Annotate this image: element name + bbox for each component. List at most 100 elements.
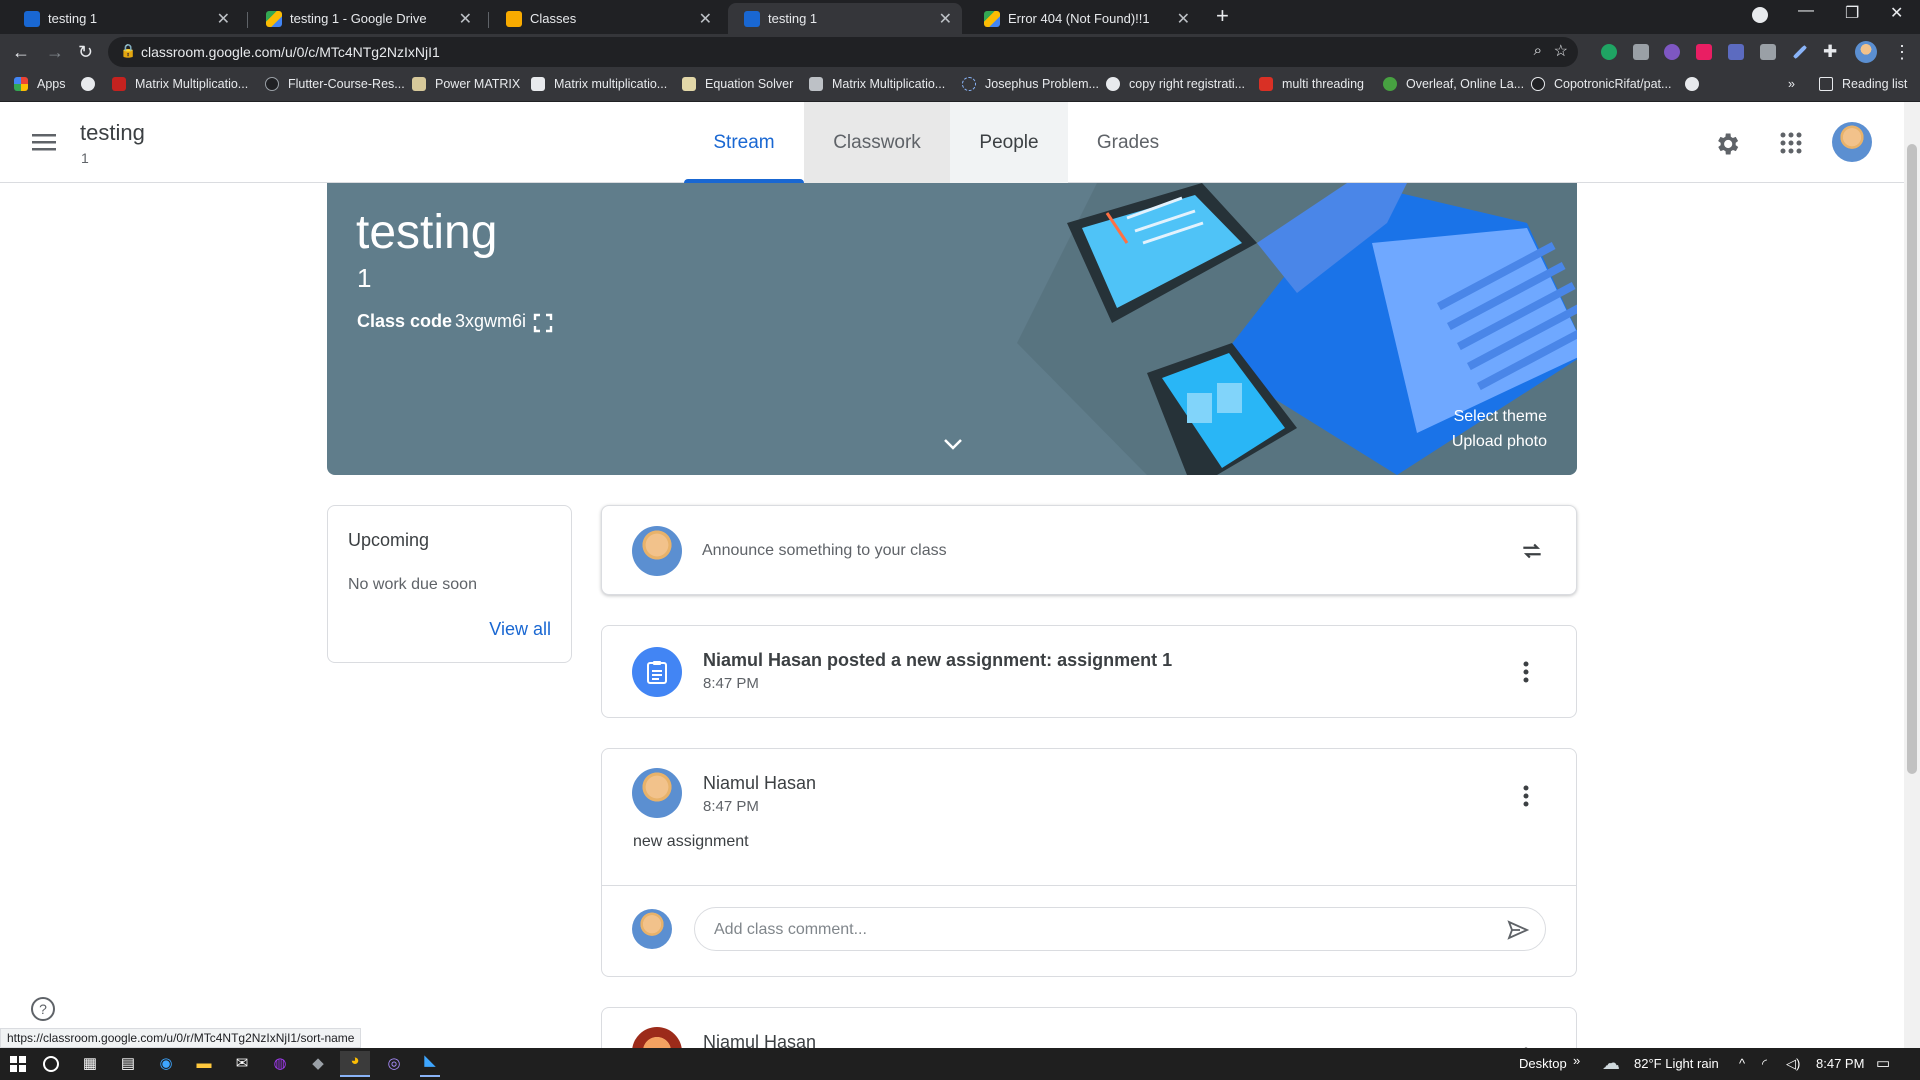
- browser-tab-2[interactable]: testing 1 - Google Drive ✕: [250, 3, 482, 34]
- upcoming-title: Upcoming: [348, 530, 430, 550]
- bookmarks-overflow-icon[interactable]: »: [1788, 77, 1795, 91]
- assignment-post[interactable]: Niamul Hasan posted a new assignment: as…: [601, 625, 1577, 718]
- back-icon[interactable]: ←: [12, 41, 30, 63]
- close-icon[interactable]: ✕: [699, 9, 712, 29]
- search-icon[interactable]: [43, 1056, 59, 1072]
- send-icon[interactable]: [1505, 918, 1531, 942]
- close-icon[interactable]: ✕: [1177, 9, 1190, 29]
- extension-icon[interactable]: [1696, 44, 1712, 60]
- task-view-icon[interactable]: ▦: [80, 1054, 100, 1074]
- notifications-icon[interactable]: ▭: [1876, 1054, 1890, 1072]
- forward-icon[interactable]: →: [46, 41, 64, 63]
- bookmark-star-icon[interactable]: ☆: [1554, 41, 1568, 61]
- close-window-icon[interactable]: ✕: [1890, 3, 1903, 23]
- reading-list-button[interactable]: Reading list: [1819, 77, 1907, 91]
- extension-icon[interactable]: [1664, 44, 1680, 60]
- file-explorer-icon[interactable]: ▬: [194, 1054, 214, 1074]
- download-extension-icon[interactable]: [1728, 44, 1744, 60]
- close-icon[interactable]: ✕: [459, 9, 472, 29]
- minimize-icon[interactable]: —: [1798, 2, 1814, 20]
- extension-icon[interactable]: [1760, 44, 1776, 60]
- bookmark-item[interactable]: Power MATRIX: [412, 77, 520, 91]
- chevron-down-icon[interactable]: [943, 437, 963, 451]
- banner-illustration: [1017, 183, 1577, 475]
- calculator-icon[interactable]: ▤: [118, 1054, 138, 1074]
- settings-gear-icon[interactable]: [1713, 130, 1741, 158]
- bookmark-item[interactable]: copy right registrati...: [1106, 77, 1245, 91]
- more-options-icon[interactable]: [1522, 660, 1530, 684]
- reload-icon[interactable]: ↻: [78, 41, 93, 63]
- extensions-puzzle-icon[interactable]: ✚: [1823, 41, 1837, 63]
- class-comment-input[interactable]: Add class comment...: [694, 907, 1546, 951]
- class-code-value: 3xgwm6i: [455, 311, 527, 331]
- bookmark-item[interactable]: Matrix Multiplicatio...: [809, 77, 945, 91]
- windows-start-icon[interactable]: [10, 1056, 26, 1072]
- bookmark-item[interactable]: Josephus Problem...: [962, 77, 1099, 91]
- bookmark-item[interactable]: Flutter-Course-Res...: [265, 77, 405, 91]
- select-theme-link[interactable]: Select theme: [1454, 408, 1547, 426]
- close-icon[interactable]: ✕: [939, 9, 952, 29]
- tab-stream[interactable]: Stream: [684, 102, 804, 183]
- tray-overflow-icon[interactable]: ^: [1739, 1056, 1745, 1071]
- link-status-bar: https://classroom.google.com/u/0/r/MTc4N…: [0, 1028, 362, 1048]
- bookmark-item[interactable]: Equation Solver: [682, 77, 793, 91]
- pen-extension-icon[interactable]: [1792, 44, 1808, 60]
- tab-grades[interactable]: Grades: [1068, 102, 1188, 183]
- volume-icon[interactable]: ◁): [1786, 1056, 1800, 1072]
- browser-tab-3[interactable]: Classes ✕: [490, 3, 722, 34]
- bookmark-item[interactable]: Overleaf, Online La...: [1383, 77, 1524, 91]
- browser-tab-5[interactable]: Error 404 (Not Found)!!1 ✕: [968, 3, 1200, 34]
- network-icon[interactable]: ◜: [1762, 1056, 1767, 1072]
- view-all-link[interactable]: View all: [489, 619, 551, 640]
- desktop-toolbar-label[interactable]: Desktop: [1519, 1056, 1567, 1071]
- upload-photo-link[interactable]: Upload photo: [1452, 433, 1547, 451]
- camera-extension-icon[interactable]: [1633, 44, 1649, 60]
- chrome-icon[interactable]: ◕: [340, 1051, 370, 1077]
- toolbar-expand-icon[interactable]: »: [1573, 1053, 1580, 1068]
- bookmark-item[interactable]: Matrix Multiplicatio...: [112, 77, 248, 91]
- app-icon[interactable]: ◎: [384, 1054, 404, 1074]
- browser-tab-1[interactable]: testing 1 ✕: [8, 3, 240, 34]
- bookmark-item[interactable]: [81, 77, 104, 91]
- more-options-icon[interactable]: [1522, 784, 1530, 808]
- bookmark-item[interactable]: CopotronicRifat/pat...: [1531, 77, 1671, 91]
- weather-text[interactable]: 82°F Light rain: [1634, 1056, 1719, 1071]
- bookmark-apps[interactable]: Apps: [14, 77, 66, 91]
- help-icon[interactable]: ?: [30, 996, 56, 1022]
- mail-icon[interactable]: ✉: [232, 1054, 252, 1074]
- scrollbar-thumb[interactable]: [1907, 144, 1917, 774]
- grammarly-extension-icon[interactable]: [1601, 44, 1617, 60]
- reuse-post-icon[interactable]: [1519, 538, 1545, 564]
- address-bar[interactable]: 🔒 classroom.google.com/u/0/c/MTc4NTg2NzI…: [108, 37, 1578, 67]
- bookmark-item[interactable]: [1685, 77, 1708, 91]
- account-avatar[interactable]: [1832, 122, 1872, 162]
- menu-kebab-icon[interactable]: ⋮: [1893, 41, 1911, 63]
- course-section: 1: [81, 150, 89, 166]
- page-scrollbar[interactable]: [1904, 102, 1920, 1048]
- tab-classwork[interactable]: Classwork: [804, 102, 950, 183]
- profile-menu-icon[interactable]: [1752, 7, 1768, 23]
- edge-browser-icon[interactable]: ◉: [156, 1054, 176, 1074]
- tab-people[interactable]: People: [950, 102, 1068, 183]
- announce-box[interactable]: Announce something to your class: [601, 505, 1577, 595]
- clock-text[interactable]: 8:47 PM: [1816, 1056, 1864, 1071]
- fullscreen-icon[interactable]: [533, 313, 553, 333]
- weather-cloud-icon: ☁: [1602, 1053, 1620, 1073]
- bookmark-item[interactable]: Matrix multiplicatio...: [531, 77, 667, 91]
- course-name[interactable]: testing: [80, 120, 145, 146]
- assignment-post-title[interactable]: Niamul Hasan posted a new assignment: as…: [703, 650, 1172, 671]
- restore-icon[interactable]: ❐: [1845, 3, 1859, 23]
- close-icon[interactable]: ✕: [217, 9, 230, 29]
- main-menu-icon[interactable]: [32, 132, 56, 152]
- browser-tab-4-active[interactable]: testing 1 ✕: [728, 3, 962, 34]
- new-tab-icon[interactable]: +: [1216, 3, 1229, 29]
- url-text[interactable]: classroom.google.com/u/0/c/MTc4NTg2NzIxN…: [141, 44, 440, 60]
- profile-avatar-icon[interactable]: [1855, 41, 1877, 63]
- bookmark-item[interactable]: multi threading: [1259, 77, 1364, 91]
- announce-placeholder[interactable]: Announce something to your class: [702, 542, 947, 560]
- messenger-icon[interactable]: ◍: [270, 1054, 290, 1074]
- zoom-icon[interactable]: ⌕: [1534, 42, 1542, 59]
- vscode-icon[interactable]: ◣: [420, 1051, 440, 1077]
- google-apps-grid-icon[interactable]: [1780, 132, 1802, 154]
- app-icon[interactable]: ◆: [308, 1054, 328, 1074]
